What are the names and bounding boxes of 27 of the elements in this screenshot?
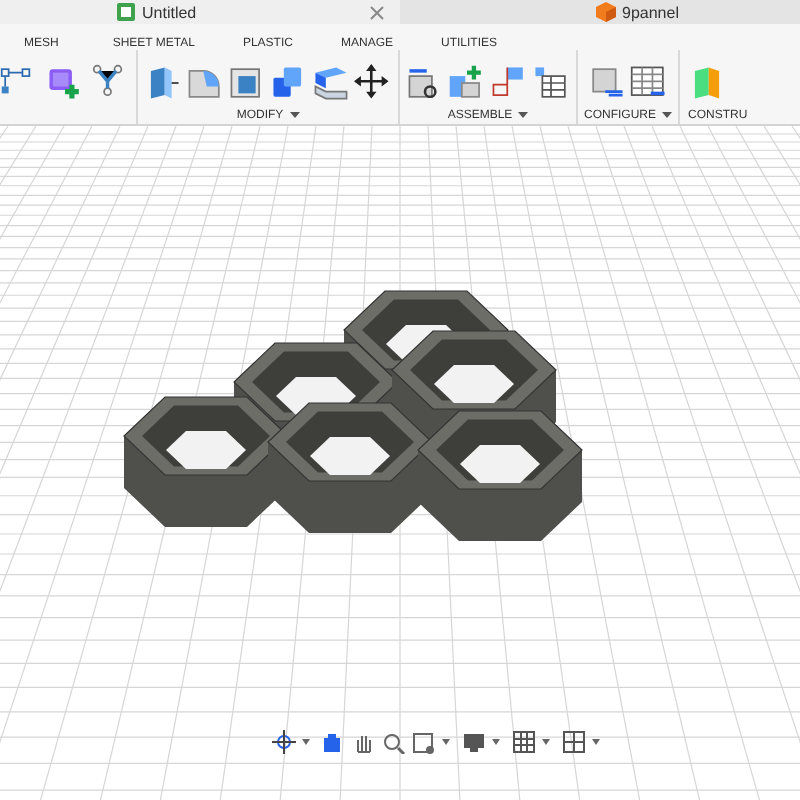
caret-icon[interactable]	[492, 738, 500, 746]
configure-icon[interactable]	[588, 63, 626, 101]
close-icon[interactable]	[370, 5, 384, 19]
grid-icon[interactable]	[512, 730, 536, 754]
orbit-icon[interactable]	[272, 730, 296, 754]
shell-icon[interactable]	[228, 63, 266, 101]
add-body-icon[interactable]	[46, 63, 84, 101]
table-icon[interactable]	[532, 63, 570, 101]
caret-icon[interactable]	[542, 738, 550, 746]
caret-icon	[518, 112, 529, 120]
fit-icon[interactable]	[412, 730, 436, 754]
document-tab[interactable]: 9pannel	[400, 0, 800, 24]
viewports-icon[interactable]	[562, 730, 586, 754]
display-icon[interactable]	[462, 730, 486, 754]
document-tab[interactable]: Untitled	[0, 0, 400, 24]
move-icon[interactable]	[354, 63, 392, 101]
split-body-icon[interactable]	[312, 63, 350, 101]
pan-icon[interactable]	[352, 730, 376, 754]
box-icon	[596, 2, 616, 22]
table-icon[interactable]	[630, 63, 668, 101]
caret-icon	[289, 112, 300, 120]
caret-icon[interactable]	[442, 738, 450, 746]
zoom-icon[interactable]	[382, 730, 406, 754]
home-icon[interactable]	[322, 730, 346, 754]
caret-icon[interactable]	[302, 738, 310, 746]
caret-icon[interactable]	[592, 738, 600, 746]
caret-icon	[662, 112, 672, 120]
